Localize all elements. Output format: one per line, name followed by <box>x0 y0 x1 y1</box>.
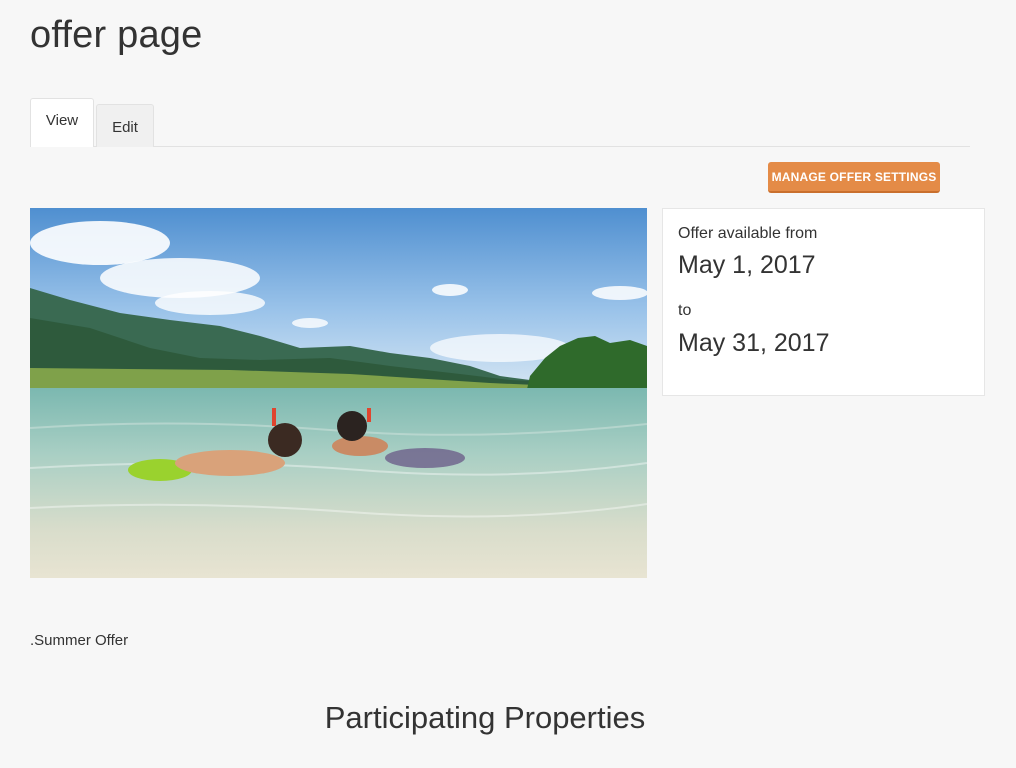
available-from-label: Offer available from <box>678 225 818 242</box>
tab-view[interactable]: View <box>30 98 94 147</box>
participating-properties-heading: Participating Properties <box>324 700 646 735</box>
page-title: offer page <box>30 14 203 56</box>
available-to-date: May 31, 2017 <box>678 329 830 357</box>
offer-hero-image <box>30 208 647 578</box>
available-to-label: to <box>678 302 692 319</box>
availability-card: Offer available from May 1, 2017 to May … <box>662 208 985 396</box>
tab-bar: View Edit <box>30 98 970 147</box>
offer-caption: .Summer Offer <box>30 632 129 649</box>
available-from-date: May 1, 2017 <box>678 251 816 279</box>
manage-offer-settings-button[interactable]: MANAGE OFFER SETTINGS <box>768 162 940 193</box>
tab-edit[interactable]: Edit <box>96 104 154 147</box>
